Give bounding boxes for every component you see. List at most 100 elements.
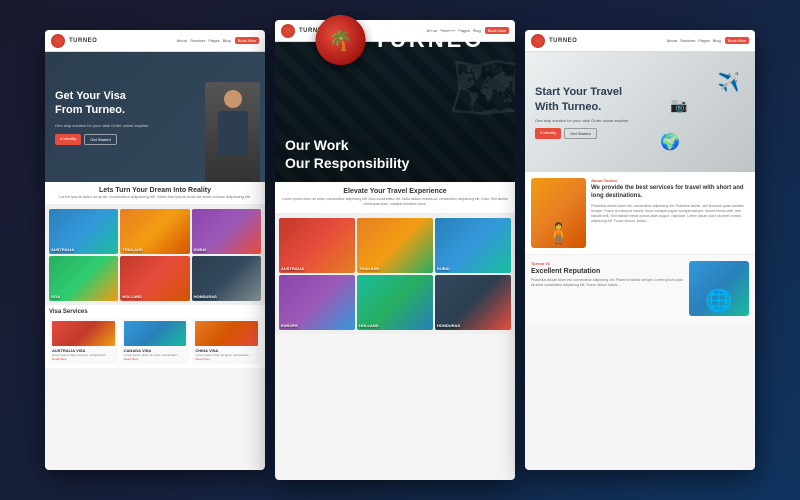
left-navbar: TURNEO About Services Pages Blog Book No… [45,30,265,52]
right-rep-badge: Turneo #1 [531,261,684,266]
dest-item-hol[interactable]: HOLLAND [120,256,189,301]
center-dest-label-thailand: THAILAND [359,266,379,271]
center-banner-title: Our Work Our Responsibility [285,136,409,172]
center-dest-honduras[interactable]: HONDURAS [435,275,511,330]
visa-img-china [195,321,258,346]
panel-left: TURNEO About Services Pages Blog Book No… [45,30,265,470]
visa-img-australia [52,321,115,346]
right-hero-btn-primary[interactable]: # Identity [535,128,561,139]
center-dest-img-thailand [357,218,433,273]
center-dest-label-dubai: DUBAI [437,266,450,271]
camera-icon: 📷 [670,97,687,114]
right-about-badge: About Turneo [591,178,749,183]
person-body [218,111,248,156]
center-dest-europe[interactable]: EUROPE [279,275,355,330]
right-nav-pages[interactable]: Pages [698,38,709,43]
top-logo-area: 🌴 TURNEO [316,15,485,65]
dest-label-hol: HOLLAND [122,294,142,299]
left-nav-blog[interactable]: Blog [223,38,231,43]
right-reputation-section: Turneo #1 Excellent Reputation Phasellus… [525,254,755,322]
visa-read-more-china[interactable]: Read More [195,357,258,361]
right-nav-services[interactable]: Services [680,38,695,43]
center-dest-label-europe: EUROPE [281,323,298,328]
dest-item-hon[interactable]: HONDURAS [192,256,261,301]
right-nav-blog[interactable]: Blog [713,38,721,43]
dest-label-goa: GOA [51,294,60,299]
right-hero-title: Start Your TravelWith Turneo. [535,85,655,114]
visa-read-more-canada[interactable]: Read More [124,357,187,361]
left-hero-title: Get Your VisaFrom Turneo. [55,89,150,118]
right-nav-about[interactable]: About [667,38,677,43]
panel-center: TURNEO About Services Pages Blog Book No… [275,20,515,480]
right-nav-links: About Services Pages Blog [667,38,721,43]
right-book-btn[interactable]: Book Now [725,37,749,44]
dest-item-dubai[interactable]: DUBAI [192,209,261,254]
dest-item-australia[interactable]: AUSTRALIA [49,209,118,254]
right-travel-image: ✈️ 📷 🌍 [655,67,745,157]
visa-img-canada [124,321,187,346]
right-about-section: 🧍 About Turneo We provide the best servi… [525,172,755,254]
center-dest-dubai[interactable]: DUBAI [435,218,511,273]
right-navbar: TURNEO About Services Pages Blog Book No… [525,30,755,52]
center-dest-label-honduras: HONDURAS [437,323,460,328]
left-section-desc: Lorem ipsum dolor sit amet, consectetur … [51,194,259,199]
left-hero-btns: # Identity Get Started [55,134,150,145]
visa-item-canada[interactable]: CANADA VISA Lorem ipsum dolor sit amet, … [121,318,190,364]
left-hero-btn-primary[interactable]: # Identity [55,134,81,145]
left-nav-pages[interactable]: Pages [208,38,219,43]
center-banner-content: Our Work Our Responsibility [285,136,409,172]
dest-item-goa[interactable]: GOA [49,256,118,301]
right-about-img: 🧍 [531,178,586,248]
center-dest-img-australia [279,218,355,273]
main-logo: 🌴 [316,15,366,65]
dest-label-australia: AUSTRALIA [51,247,74,252]
center-dest-thailand[interactable]: THAILAND [357,218,433,273]
right-about-text: Phasellus dictum diam est, consectetur a… [591,204,749,225]
globe-icon: 🌍 [660,132,680,152]
right-rep-content: Turneo #1 Excellent Reputation Phasellus… [531,261,684,316]
center-book-btn[interactable]: Book Now [485,27,509,34]
rep-globe-icon: 🌐 [705,288,732,314]
dest-label-dubai: DUBAI [194,247,207,252]
center-dest-holland[interactable]: HOLLAND [357,275,433,330]
center-dest-img-honduras [435,275,511,330]
right-rep-title: Excellent Reputation [531,268,684,275]
visa-item-australia[interactable]: AUSTRALIA VISA Lorem ipsum dolor sit ame… [49,318,118,364]
person-head [224,90,242,108]
right-about-content: About Turneo We provide the best service… [591,178,749,248]
center-dest-australia[interactable]: AUSTRALIA [279,218,355,273]
visa-read-more-australia[interactable]: Read More [52,357,115,361]
right-brand: TURNEO [549,38,577,44]
left-logo [51,34,65,48]
dest-label-thailand: THAILAND [122,247,142,252]
right-about-title: We provide the best services for travel … [591,185,749,201]
left-book-btn[interactable]: Book Now [235,37,259,44]
right-hero-btns: # Identity Get Started [535,128,655,139]
right-rep-text: Phasellus dictum diam est, consectetur a… [531,278,684,289]
right-rep-img: 🌐 [689,261,749,316]
left-visa-title: Visa Services [49,309,261,315]
center-logo [281,24,295,38]
jumping-person-icon: 🧍 [546,221,571,246]
left-visa-grid: AUSTRALIA VISA Lorem ipsum dolor sit ame… [49,318,261,364]
panel-right: TURNEO About Services Pages Blog Book No… [525,30,755,470]
left-section-title-bar: Lets Turn Your Dream Into Reality Lorem … [45,182,265,205]
center-elevate-desc: Lorem ipsum dolor sit amet, consectetur … [281,197,509,207]
center-dest-img-dubai [435,218,511,273]
dest-label-hon: HONDURAS [194,294,217,299]
center-dest-label-australia: AUSTRALIA [281,266,304,271]
right-hero-btn-outline[interactable]: Get Started [564,128,596,139]
main-brand-title: TURNEO [374,27,485,53]
dest-item-thailand[interactable]: THAILAND [120,209,189,254]
left-nav-about[interactable]: About [177,38,187,43]
center-dest-label-holland: HOLLAND [359,323,379,328]
logo-icon: 🌴 [328,28,353,53]
left-section-title: Lets Turn Your Dream Into Reality [51,187,259,194]
left-visa-section: Visa Services AUSTRALIA VISA Lorem ipsum… [45,305,265,368]
center-elevate-title: Elevate Your Travel Experience [281,188,509,195]
left-hero: Get Your VisaFrom Turneo. One stop solut… [45,52,265,182]
left-hero-subtitle: One stop solution for your visa! Order o… [55,123,150,128]
visa-item-china[interactable]: CHINA VISA Lorem ipsum dolor sit amet, c… [192,318,261,364]
left-hero-btn-secondary[interactable]: Get Started [84,134,116,145]
left-nav-services[interactable]: Services [190,38,205,43]
